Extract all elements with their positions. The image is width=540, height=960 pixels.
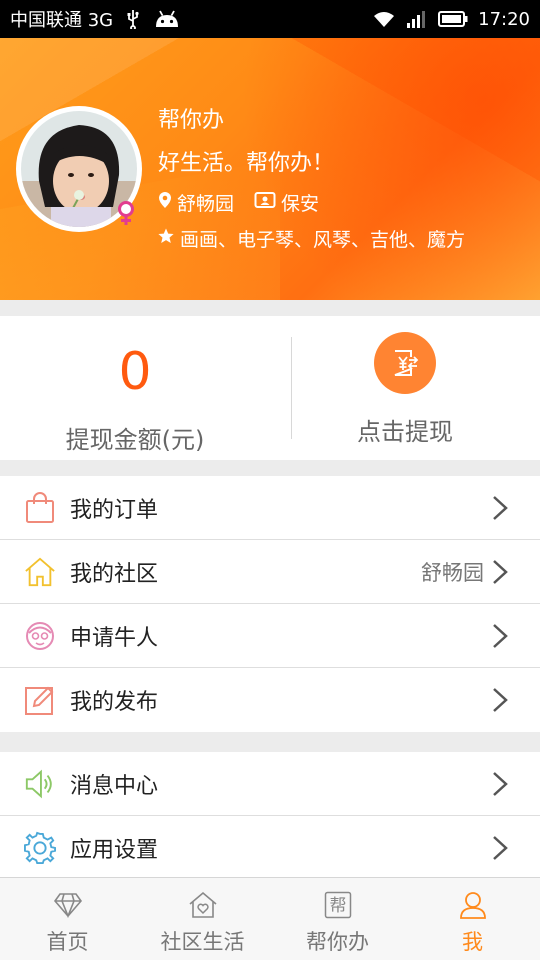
tab-bang-ni-ban[interactable]: 帮 帮你办 [270,878,405,960]
withdraw-button[interactable]: 点击提现 [270,316,540,460]
chevron-right-icon [492,558,510,586]
tab-label: 社区生活 [160,930,245,954]
balance-card: 0 提现金额(元) 点击提现 [0,316,540,460]
balance-amount: 0 [118,342,152,402]
wifi-icon [372,9,396,29]
status-bar: 中国联通 3G 17:20 [0,0,540,38]
star-icon [158,227,174,249]
bottom-tab-bar: 首页 社区生活 帮 帮你办 我 [0,877,540,960]
chevron-right-icon [492,770,510,798]
withdraw-label: 点击提现 [357,418,453,446]
female-icon [116,200,136,226]
menu-group-account: 我的订单 我的社区 舒畅园 申请牛人 我的发布 [0,476,540,732]
menu-value: 舒畅园 [421,560,484,585]
tab-home[interactable]: 首页 [0,878,135,960]
carrier-label: 中国联通 3G [10,10,114,31]
tab-label: 帮你办 [306,930,369,954]
user-icon [457,890,489,920]
diamond-icon [52,890,84,920]
usb-icon [125,9,141,29]
tab-community-life[interactable]: 社区生活 [135,878,270,960]
home-heart-icon [187,890,219,920]
tab-me[interactable]: 我 [405,878,540,960]
user-slogan: 好生活。帮你办！ [158,151,335,176]
balance-amount-label: 提现金额(元) [65,426,205,454]
menu-item-apply-expert[interactable]: 申请牛人 [0,604,540,668]
id-card-icon [254,191,276,214]
menu-label: 申请牛人 [70,625,159,651]
user-job: 保安 [281,192,320,215]
android-icon [153,9,181,29]
bang-icon-text: 帮 [329,896,346,916]
shopping-bag-icon [24,491,56,524]
menu-item-my-orders[interactable]: 我的订单 [0,476,540,540]
menu-label: 消息中心 [70,773,159,799]
battery-icon [438,10,468,28]
menu-label: 我的订单 [70,497,159,523]
menu-item-messages[interactable]: 消息中心 [0,752,540,816]
user-hobbies-row: 画画、电子琴、风琴、吉他、魔方 [158,220,465,256]
profile-header: 帮你办 好生活。帮你办！ 舒畅园 保安 画画、电子琴、风琴、吉他、魔方 [0,38,540,300]
speaker-icon [24,768,56,800]
user-name: 帮你办 [158,108,225,133]
clock: 17:20 [478,8,530,30]
person-face-icon [24,620,56,652]
menu-item-settings[interactable]: 应用设置 [0,816,540,880]
chevron-right-icon [492,834,510,862]
chevron-right-icon [492,686,510,714]
house-icon [24,556,56,588]
menu-item-my-posts[interactable]: 我的发布 [0,668,540,732]
bang-icon: 帮 [322,890,354,920]
location-pin-icon [158,191,172,214]
signal-icon [406,9,428,29]
gear-icon [24,831,56,864]
user-hobbies: 画画、电子琴、风琴、吉他、魔方 [180,228,466,251]
menu-label: 应用设置 [70,838,159,863]
chevron-right-icon [492,494,510,522]
menu-group-system: 消息中心 应用设置 [0,752,540,880]
menu-label: 我的社区 [70,561,159,587]
balance-amount-area: 0 提现金额(元) [0,316,270,460]
tab-label: 我 [462,930,483,954]
chevron-right-icon [492,622,510,650]
user-meta: 舒畅园 保安 [158,184,465,220]
menu-item-my-community[interactable]: 我的社区 舒畅园 [0,540,540,604]
menu-label: 我的发布 [70,690,159,715]
user-community: 舒畅园 [177,192,235,215]
balance-divider [291,337,292,439]
withdraw-icon [374,332,436,394]
tab-label: 首页 [46,930,89,954]
edit-icon [24,684,56,716]
